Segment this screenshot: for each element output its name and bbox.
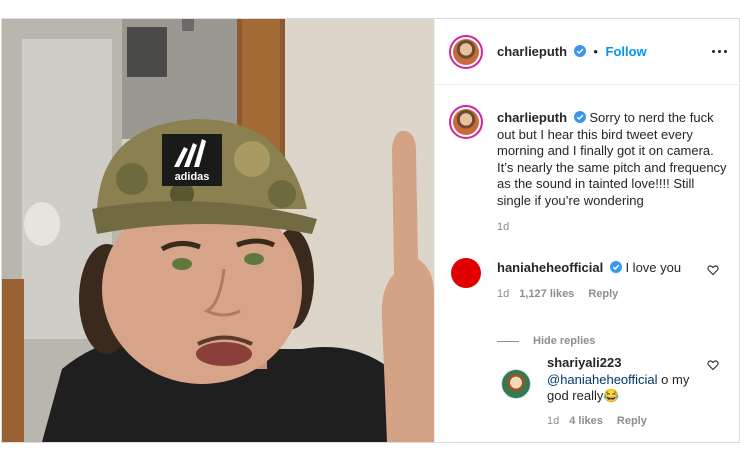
reply-avatar[interactable] [501,369,531,399]
cap-logo-text: adidas [175,171,210,183]
author-avatar[interactable] [449,35,483,69]
comments-panel: charlieputh • Follow charlieputh Sorry t… [434,19,740,442]
reply: shariyali223 @haniaheheofficial o my god… [547,355,689,405]
verified-badge-icon [609,261,622,273]
reply-likes[interactable]: 4 likes [569,415,603,427]
comment-text: I love you [625,260,682,275]
comment: haniaheheofficial I love you [497,260,681,277]
more-options-icon[interactable] [710,41,730,61]
post-photo: adidas [2,19,434,442]
comment-username[interactable]: haniaheheofficial [497,260,603,275]
commenter-avatar[interactable] [451,258,481,288]
header-separator: • [593,44,598,59]
caption-username[interactable]: charlieputh [497,110,567,125]
caption-author-avatar[interactable] [449,105,483,139]
comment-reply-button[interactable]: Reply [588,288,618,300]
hide-replies-button[interactable]: Hide replies [497,335,595,347]
author-username[interactable]: charlieputh [497,44,567,59]
heart-icon[interactable] [707,359,719,371]
post-caption: charlieputh Sorry to nerd the fuck out b… [497,110,729,209]
caption-age: 1d [497,221,510,233]
follow-button[interactable]: Follow [606,44,647,59]
comment-meta: 1d 1,127 likes Reply [497,288,618,300]
post-media[interactable]: adidas [2,19,434,442]
comment-likes[interactable]: 1,127 likes [519,288,574,300]
reply-text-line2: god really😂 [547,388,620,403]
reply-mention[interactable]: @haniaheheofficial [547,372,658,387]
reply-reply-button[interactable]: Reply [617,415,647,427]
reply-meta: 1d 4 likes Reply [547,415,647,427]
verified-badge-icon [573,45,586,57]
reply-age: 1d [547,415,560,427]
comment-age: 1d [497,288,510,300]
verified-badge-icon [573,111,586,123]
reply-username[interactable]: shariyali223 [547,355,689,372]
reply-text-line1: o my [657,371,690,387]
author-follow-row: charlieputh • Follow [497,44,647,59]
instagram-post: adidas charlieputh • Follow charlieputh … [1,18,740,443]
heart-icon[interactable] [707,264,719,276]
post-header: charlieputh • Follow [435,19,740,85]
